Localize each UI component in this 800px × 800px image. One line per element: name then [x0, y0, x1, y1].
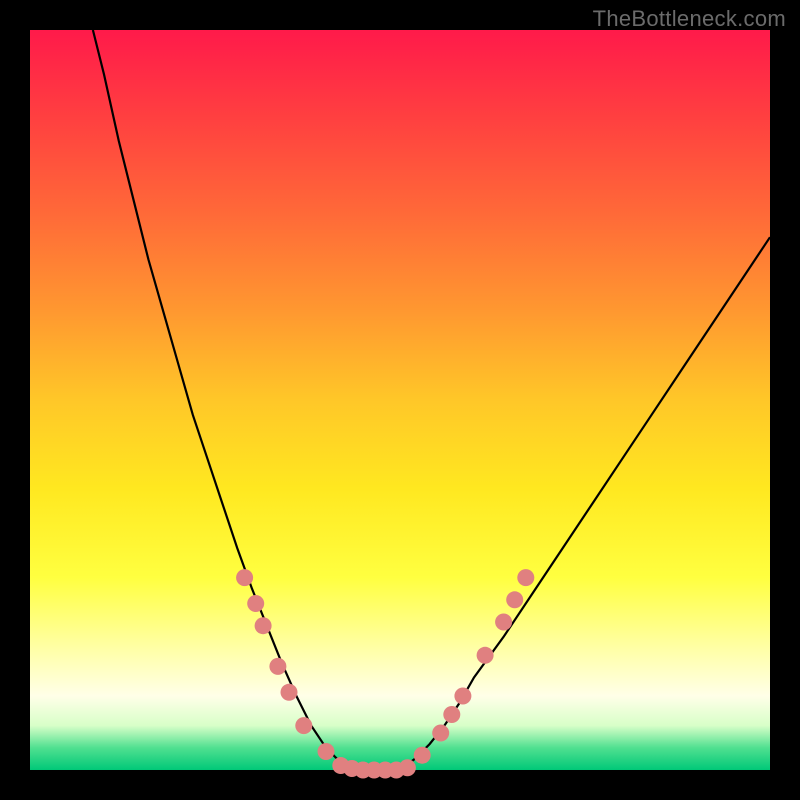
data-marker: [495, 614, 512, 631]
data-marker: [255, 617, 272, 634]
curve-right: [400, 237, 770, 770]
data-marker: [269, 658, 286, 675]
data-marker: [281, 684, 298, 701]
data-marker: [414, 747, 431, 764]
data-marker: [432, 725, 449, 742]
data-marker: [506, 591, 523, 608]
curve-left: [93, 30, 356, 770]
data-marker: [247, 595, 264, 612]
data-marker: [236, 569, 253, 586]
data-markers: [236, 569, 534, 778]
data-marker: [477, 647, 494, 664]
chart-svg: [30, 30, 770, 770]
data-marker: [443, 706, 460, 723]
data-marker: [517, 569, 534, 586]
data-marker: [454, 688, 471, 705]
data-marker: [399, 759, 416, 776]
watermark-text: TheBottleneck.com: [593, 6, 786, 32]
data-marker: [318, 743, 335, 760]
data-marker: [295, 717, 312, 734]
